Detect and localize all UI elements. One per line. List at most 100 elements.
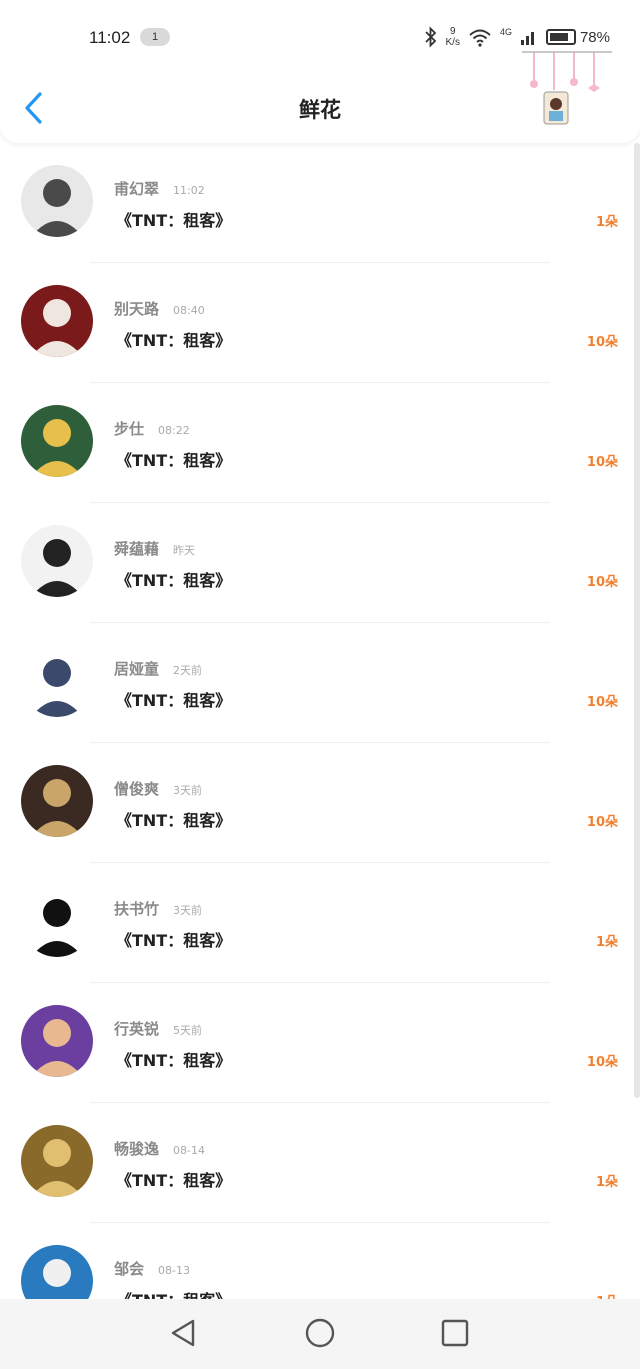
sent-time: 08-14 [173, 1144, 205, 1157]
flower-count: 10朵 [586, 575, 618, 590]
avatar[interactable] [21, 165, 93, 237]
header-card: 11:02 1 9 K/s 4G 78% 鲜花 [0, 0, 640, 143]
name-line: 甫幻翠 11:02 [114, 178, 205, 199]
network-speed-value: 9 [449, 26, 456, 37]
flower-count: 1朵 [595, 1175, 618, 1190]
book-title: 《TNT：租客》 [116, 931, 232, 950]
name-line: 居娅童 2天前 [114, 658, 202, 679]
avatar[interactable] [21, 1245, 93, 1299]
sent-time: 11:02 [173, 184, 205, 197]
avatar[interactable] [21, 1125, 93, 1197]
book-title: 《TNT：租客》 [116, 331, 232, 350]
list-item[interactable]: 甫幻翠 11:02 《TNT：租客》 1朵 [0, 143, 640, 263]
flower-count: 1朵 [596, 1291, 618, 1299]
list-item[interactable]: 僧俊爽 3天前 《TNT：租客》 10朵 [0, 743, 640, 863]
sent-time: 08:40 [173, 304, 205, 317]
nav-recents-button[interactable] [438, 1316, 472, 1350]
avatar[interactable] [21, 525, 93, 597]
triangle-back-icon [171, 1319, 195, 1347]
user-avatar-icon [21, 885, 93, 957]
scrollbar[interactable] [634, 143, 640, 1098]
sent-time: 昨天 [173, 544, 196, 557]
book-title: 《TNT：租客》 [116, 1171, 232, 1190]
sender-name: 畅骏逸 [114, 1140, 160, 1158]
book-title: 《TNT：租客》 [116, 691, 232, 710]
system-nav-bar [0, 1299, 640, 1369]
avatar[interactable] [21, 885, 93, 957]
bluetooth-icon [424, 26, 436, 48]
keychain-decoration-icon [522, 51, 612, 125]
square-recents-icon [441, 1319, 469, 1347]
list-item[interactable]: 舜蕴藉 昨天 《TNT：租客》 10朵 [0, 503, 640, 623]
user-avatar-icon [21, 1245, 93, 1299]
user-avatar-icon [21, 645, 93, 717]
sender-name: 甫幻翠 [114, 180, 160, 198]
sender-name: 居娅童 [114, 660, 160, 678]
status-time: 11:02 [89, 28, 131, 47]
sender-name: 僧俊爽 [114, 780, 160, 798]
avatar[interactable] [21, 285, 93, 357]
flower-count: 10朵 [586, 815, 618, 830]
sender-name: 行英锐 [114, 1020, 160, 1038]
avatar[interactable] [21, 645, 93, 717]
nav-back-button[interactable] [166, 1316, 200, 1350]
book-title: 《TNT：租客》 [116, 211, 232, 230]
list-item[interactable]: 别天路 08:40 《TNT：租客》 10朵 [0, 263, 640, 383]
flower-count: 1朵 [595, 935, 618, 950]
user-avatar-icon [21, 165, 93, 237]
sender-name: 邹会 [114, 1260, 145, 1278]
flower-count: 10朵 [586, 455, 618, 470]
network-speed: 9 K/s [446, 26, 460, 48]
user-avatar-icon [21, 1125, 93, 1197]
sent-time: 08:22 [158, 424, 190, 437]
user-avatar-icon [21, 405, 93, 477]
name-line: 别天路 08:40 [114, 298, 205, 319]
sender-name: 别天路 [114, 300, 160, 318]
name-line: 行英锐 5天前 [114, 1018, 202, 1039]
nav-home-button[interactable] [303, 1316, 337, 1350]
name-line: 僧俊爽 3天前 [114, 778, 202, 799]
name-line: 舜蕴藉 昨天 [114, 538, 195, 559]
network-type: 4G [499, 27, 512, 37]
sender-name: 步仕 [114, 420, 145, 438]
list-item[interactable]: 行英锐 5天前 《TNT：租客》 10朵 [0, 983, 640, 1103]
sent-time: 3天前 [173, 784, 203, 797]
list-item[interactable]: 居娅童 2天前 《TNT：租客》 10朵 [0, 623, 640, 743]
sent-time: 2天前 [173, 664, 203, 677]
book-title: 《TNT：租客》 [116, 1287, 231, 1299]
list-item[interactable]: 步仕 08:22 《TNT：租客》 10朵 [0, 383, 640, 503]
sent-time: 08-13 [158, 1264, 190, 1277]
sent-time: 3天前 [173, 904, 203, 917]
book-title: 《TNT：租客》 [116, 811, 232, 830]
user-avatar-icon [21, 285, 93, 357]
screen: 11:02 1 9 K/s 4G 78% 鲜花 甫幻翠 11:02 《TNT：租… [0, 0, 640, 1369]
flower-count: 1朵 [595, 215, 618, 230]
avatar[interactable] [21, 765, 93, 837]
list-item[interactable]: 邹会 08-13 《TNT：租客》 1朵 [0, 1223, 640, 1299]
list-item[interactable]: 扶书竹 3天前 《TNT：租客》 1朵 [0, 863, 640, 983]
book-title: 《TNT：租客》 [116, 451, 232, 470]
name-line: 邹会 08-13 [114, 1258, 190, 1279]
book-title: 《TNT：租客》 [116, 1051, 232, 1070]
flower-count: 10朵 [586, 1055, 618, 1070]
avatar[interactable] [21, 405, 93, 477]
list-item[interactable]: 畅骏逸 08-14 《TNT：租客》 1朵 [0, 1103, 640, 1223]
sent-time: 5天前 [173, 1024, 203, 1037]
name-line: 步仕 08:22 [114, 418, 190, 439]
flower-list: 甫幻翠 11:02 《TNT：租客》 1朵 别天路 08:40 《TNT：租客》… [0, 143, 640, 1299]
book-title: 《TNT：租客》 [116, 571, 232, 590]
user-avatar-icon [21, 525, 93, 597]
flower-count: 10朵 [586, 335, 618, 350]
sender-name: 扶书竹 [114, 900, 160, 918]
user-avatar-icon [21, 765, 93, 837]
avatar[interactable] [21, 1005, 93, 1077]
notification-badge: 1 [140, 28, 170, 46]
user-avatar-icon [21, 1005, 93, 1077]
circle-home-icon [305, 1318, 335, 1348]
wifi-icon [469, 29, 491, 47]
name-line: 扶书竹 3天前 [114, 898, 202, 919]
network-speed-unit: K/s [445, 37, 460, 48]
flower-count: 10朵 [586, 695, 618, 710]
name-line: 畅骏逸 08-14 [114, 1138, 205, 1159]
sender-name: 舜蕴藉 [114, 540, 160, 558]
